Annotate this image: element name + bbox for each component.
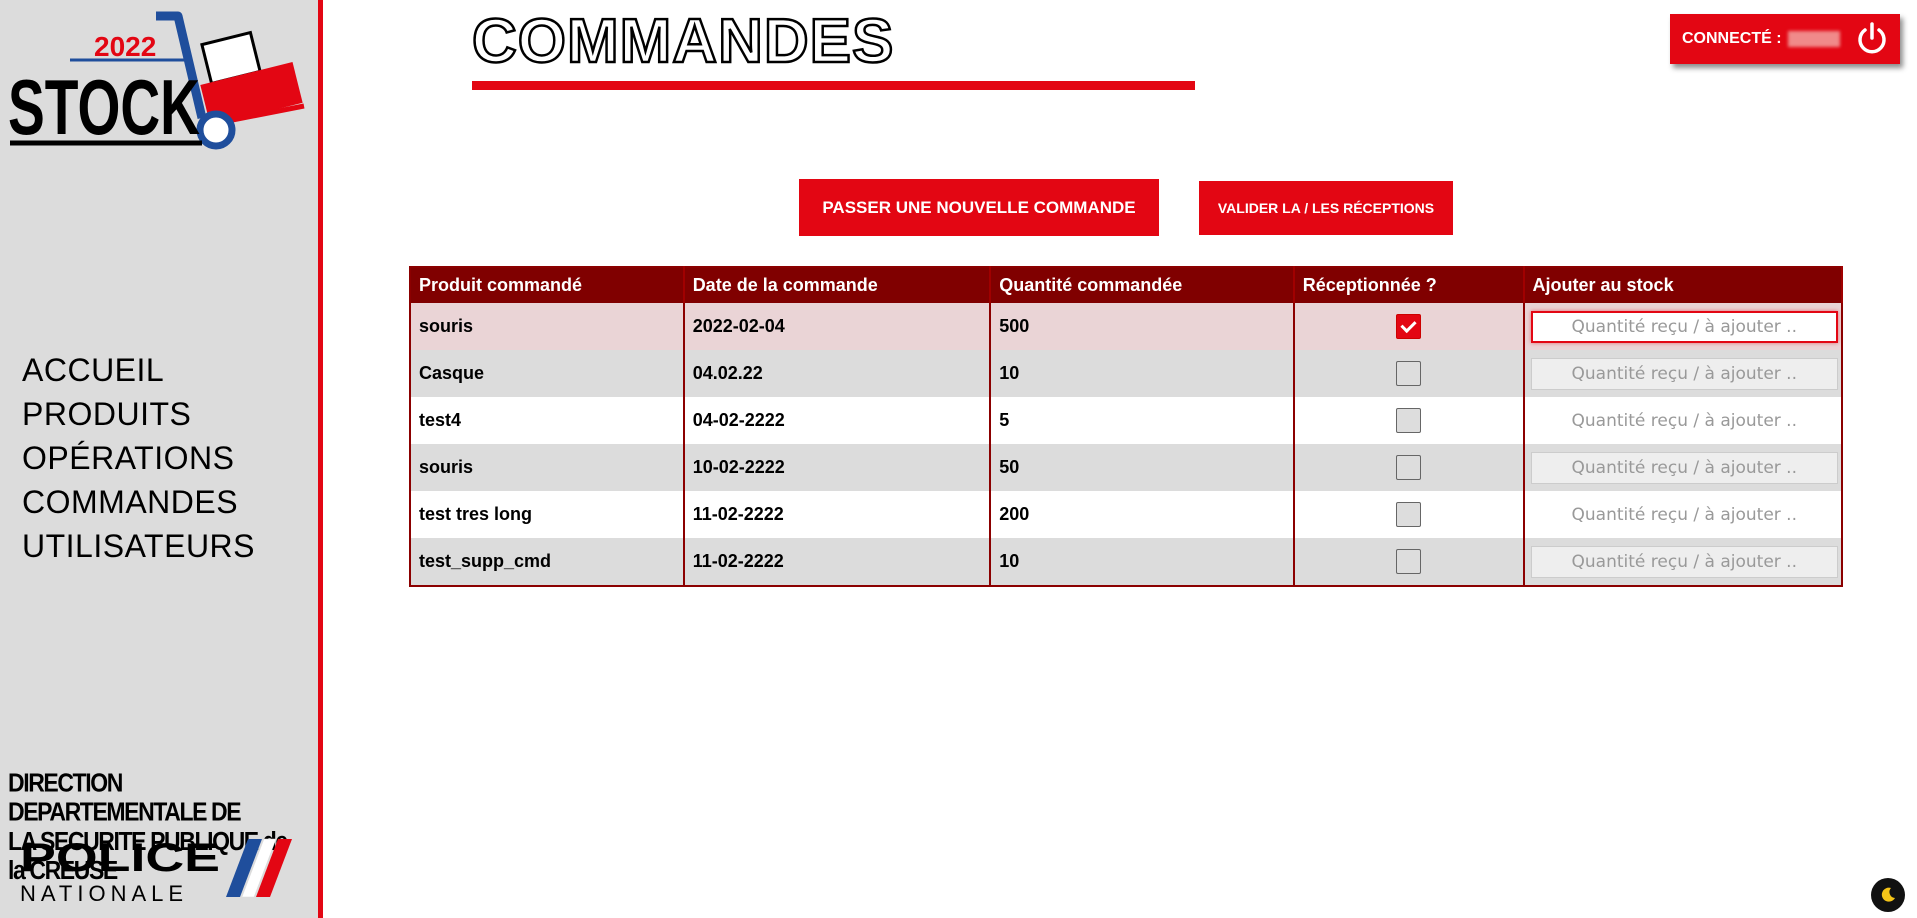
quantity-received-input[interactable] [1530,451,1838,484]
cell-quantity: 50 [990,444,1295,491]
received-checkbox[interactable] [1396,455,1422,480]
quantity-received-input[interactable] [1530,545,1838,578]
cell-quantity: 10 [990,538,1295,586]
quantity-received-input[interactable] [1530,357,1838,390]
cell-received [1293,397,1525,444]
col-header-date: Date de la commande [683,267,992,303]
cell-add-stock [1523,444,1844,491]
cell-product: Casque [410,350,685,397]
logo-year: 2022 [94,31,156,62]
cell-add-stock [1523,491,1844,538]
stock-logo[interactable]: 2022 STOCK [6,8,306,158]
received-checkbox[interactable] [1396,549,1422,574]
cell-add-stock [1523,303,1844,350]
cell-add-stock [1523,538,1844,586]
org-line-1: DIRECTION DEPARTEMENTALE DE [8,768,242,827]
police-nationale-logo: POLICE NATIONALE [20,836,292,905]
col-header-received: Réceptionnée ? [1293,267,1525,303]
cell-add-stock [1523,350,1844,397]
cell-quantity: 5 [990,397,1295,444]
cell-received [1293,444,1525,491]
table-row: Casque 04.02.22 10 [410,350,1844,397]
received-checkbox[interactable] [1396,502,1422,527]
sidebar: 2022 STOCK ACCUEIL PRODUITS OPÉRATIONS C… [0,0,323,918]
dark-mode-toggle[interactable] [1871,878,1905,912]
cell-date: 11-02-2222 [683,491,992,538]
table-header-row: Produit commandé Date de la commande Qua… [410,267,1844,303]
received-checkbox[interactable] [1396,314,1422,339]
police-line-2: NATIONALE [20,881,188,905]
quantity-received-input[interactable] [1530,404,1838,437]
nav-item-commandes[interactable]: COMMANDES [22,480,255,524]
orders-table: Produit commandé Date de la commande Qua… [409,266,1844,587]
table-row: souris 2022-02-04 500 [410,303,1844,350]
nav-item-produits[interactable]: PRODUITS [22,392,255,436]
table-row: souris 10-02-2222 50 [410,444,1844,491]
cell-quantity: 500 [990,303,1295,350]
power-icon[interactable] [1854,21,1890,57]
cell-received [1293,538,1525,586]
table-row: test_supp_cmd 11-02-2222 10 [410,538,1844,586]
received-checkbox[interactable] [1396,408,1422,433]
cell-add-stock [1523,397,1844,444]
validate-receptions-button[interactable]: VALIDER LA / LES RÉCEPTIONS [1199,181,1453,235]
police-line-1: POLICE [20,836,220,880]
cell-product: souris [410,444,685,491]
table-row: test tres long 11-02-2222 200 [410,491,1844,538]
cell-date: 2022-02-04 [683,303,992,350]
title-underline [472,81,1195,90]
connected-user-button[interactable]: CONNECTÉ : [1670,14,1900,64]
cell-quantity: 200 [990,491,1295,538]
cell-received [1293,303,1525,350]
col-header-add-stock: Ajouter au stock [1523,267,1844,303]
nav-item-utilisateurs[interactable]: UTILISATEURS [22,524,255,568]
quantity-received-input[interactable] [1530,498,1838,531]
cell-date: 11-02-2222 [683,538,992,586]
cell-product: test4 [410,397,685,444]
page-title: COMMANDES [471,6,895,78]
moon-icon [1881,887,1895,902]
nav-item-accueil[interactable]: ACCUEIL [22,348,255,392]
table-row: test4 04-02-2222 5 [410,397,1844,444]
redacted-username [1787,31,1840,47]
col-header-quantity: Quantité commandée [990,267,1295,303]
cell-product: souris [410,303,685,350]
cell-received [1293,491,1525,538]
connected-label: CONNECTÉ : [1682,30,1782,47]
cell-received [1293,350,1525,397]
cell-date: 04-02-2222 [683,397,992,444]
received-checkbox[interactable] [1396,361,1422,386]
cell-quantity: 10 [990,350,1295,397]
cell-product: test tres long [410,491,685,538]
logo-text: STOCK [8,63,200,151]
cell-product: test_supp_cmd [410,538,685,586]
new-order-button[interactable]: PASSER UNE NOUVELLE COMMANDE [799,179,1159,236]
cell-date: 10-02-2222 [683,444,992,491]
nav-item-operations[interactable]: OPÉRATIONS [22,436,255,480]
cell-date: 04.02.22 [683,350,992,397]
quantity-received-input[interactable] [1530,310,1838,343]
col-header-product: Produit commandé [410,267,685,303]
main-nav: ACCUEIL PRODUITS OPÉRATIONS COMMANDES UT… [22,348,255,568]
